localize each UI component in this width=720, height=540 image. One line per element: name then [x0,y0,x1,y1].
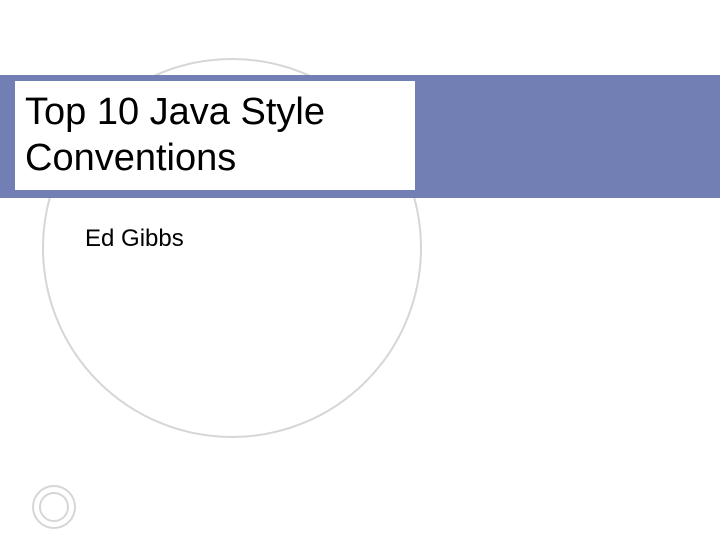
title-line-2: Conventions [25,136,405,182]
author-name: Ed Gibbs [85,225,184,253]
decorative-circle-tiny [39,492,69,522]
title-box: Top 10 Java Style Conventions [15,80,415,193]
title-line-1: Top 10 Java Style [25,90,405,136]
